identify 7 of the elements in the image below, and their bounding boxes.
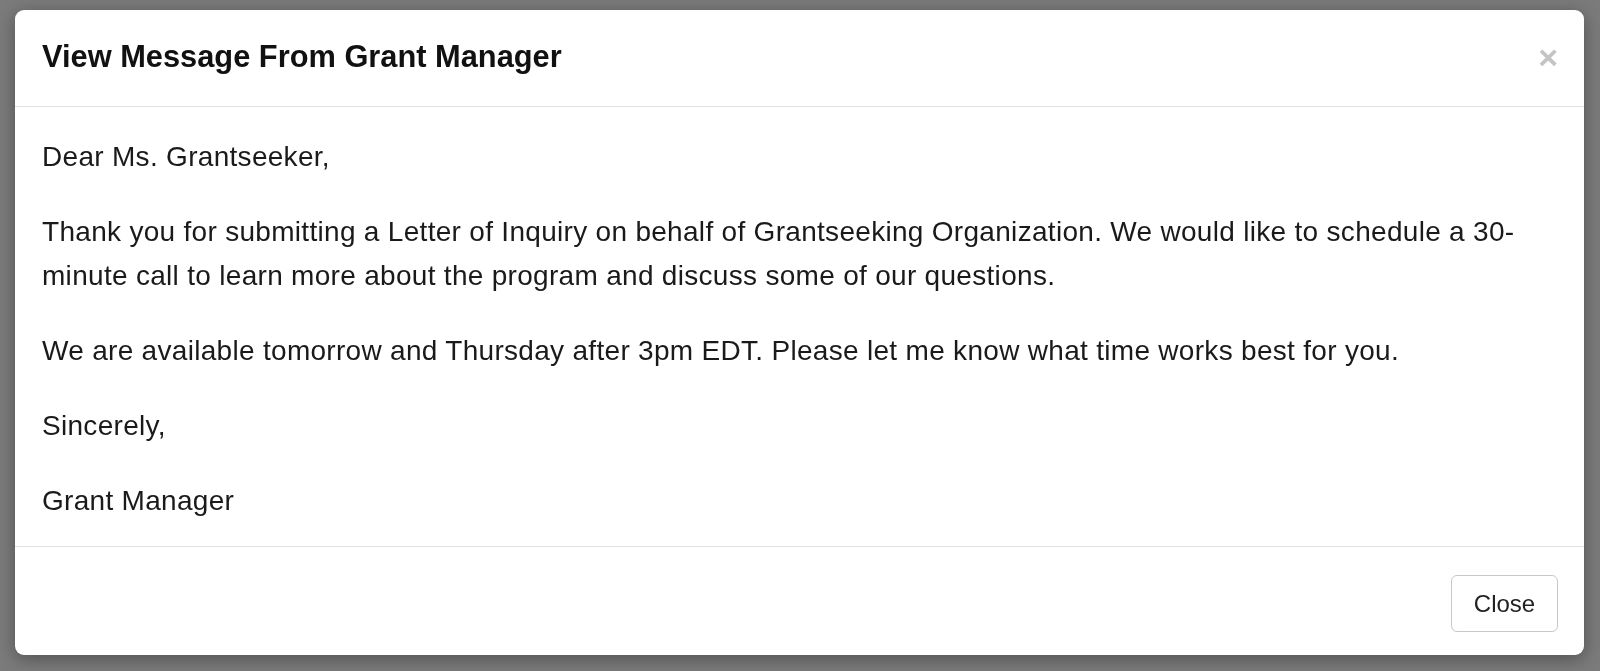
close-dialog-button[interactable]: Close [1451,575,1558,632]
message-paragraph: Sincerely, [42,409,167,443]
message-paragraph: Grant Manager [42,484,236,518]
message-paragraph: Thank you for submitting a Letter of Inquiry on behalf of Grantseeking Organization. We would like to schedule a 30-minute call to learn more about the program and discuss some of our questions. [42,215,1516,293]
message-paragraph: We are available tomorrow and Thursday after 3pm EDT. Please let me know what time works best for you. [42,334,1401,368]
message-paragraph: Dear Ms. Grantseeker, [42,140,331,174]
dialog-title: View Message From Grant Manager [42,39,562,75]
